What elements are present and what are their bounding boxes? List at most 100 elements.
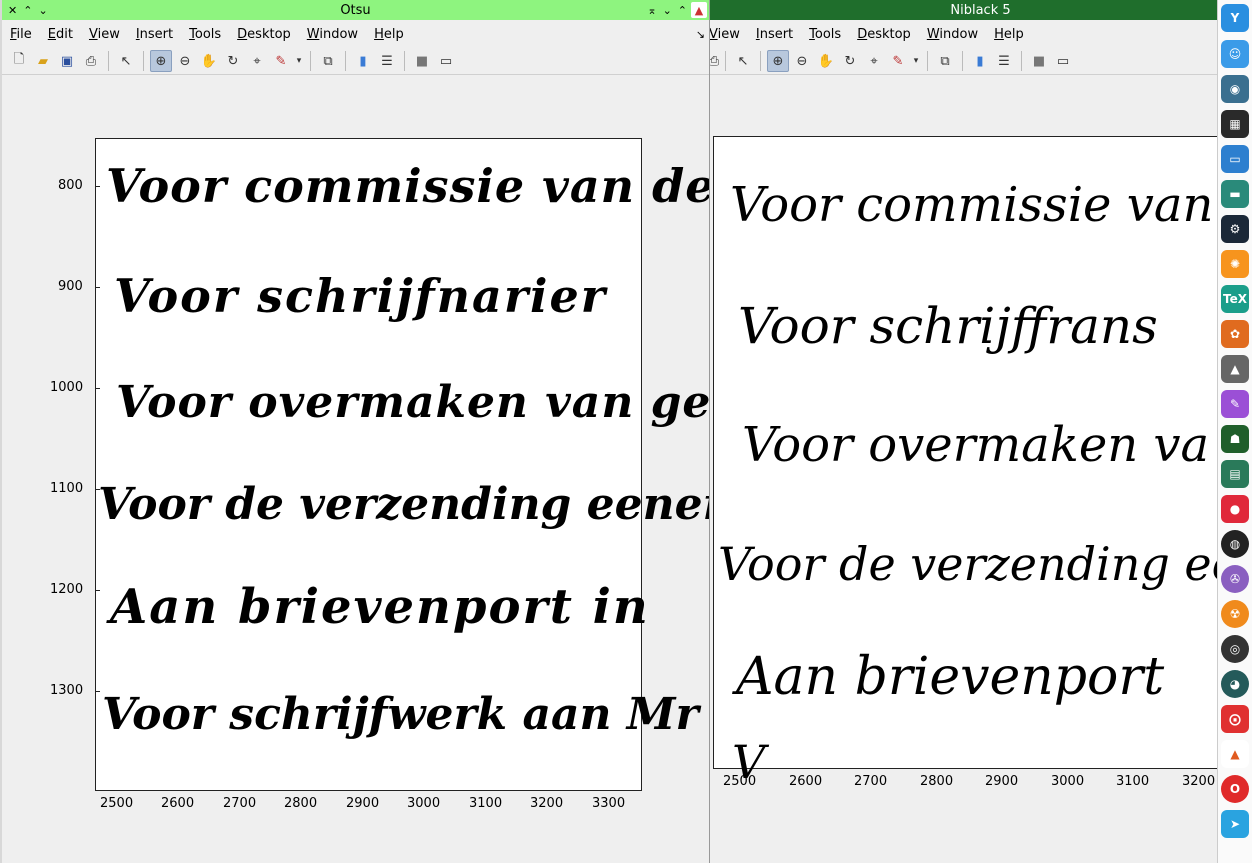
menu-file[interactable]: File — [2, 27, 40, 42]
menu-help[interactable]: Help — [986, 27, 1032, 42]
handwriting-line: Voor de verzending eene — [718, 537, 1252, 591]
radiation-icon[interactable]: ✇ — [1221, 565, 1249, 593]
figure-toolbar: ⎙ ↖ ⊕ ⊖ ✋ ↻ ⌖ ✎ ▾ ⧉ ▮ ☰ ■ ▭ — [709, 48, 1252, 75]
gimp-icon[interactable]: ◕ — [1221, 670, 1249, 698]
finder-icon[interactable]: ☺ — [1221, 40, 1249, 68]
legend-icon[interactable]: ☰ — [376, 50, 398, 72]
otsu-figure-window: ✕ ⌃ ⌄ Otsu ⌅ ⌄ ⌃ ▲ File Edit View Insert… — [2, 0, 710, 863]
pdf-icon[interactable]: ⨀ — [1221, 705, 1249, 733]
menu-overflow-icon[interactable]: ↘ — [696, 28, 705, 41]
y-tick-label: 1000 — [50, 380, 84, 395]
raise-icon[interactable]: ⌃ — [23, 4, 32, 17]
link-icon[interactable]: ⧉ — [934, 50, 956, 72]
window-title: Otsu — [340, 2, 371, 18]
obs-icon[interactable]: ◍ — [1221, 530, 1249, 558]
menu-desktop[interactable]: Desktop — [229, 27, 299, 42]
zoom-in-icon[interactable]: ⊕ — [150, 50, 172, 72]
inkscape-icon[interactable]: ▲ — [1221, 355, 1249, 383]
files-icon[interactable]: ▬ — [1221, 180, 1249, 208]
tex-icon[interactable]: TeX — [1221, 285, 1249, 313]
disk-icon[interactable]: ◉ — [1221, 75, 1249, 103]
y-tick-label: 800 — [58, 178, 83, 193]
menu-tools[interactable]: Tools — [181, 27, 229, 42]
handwriting-line: Voor commissie van — [730, 177, 1214, 233]
record-icon[interactable]: ● — [1221, 495, 1249, 523]
menu-bar: View Insert Tools Desktop Window Help — [709, 22, 1252, 46]
maximize-icon[interactable]: ⌃ — [678, 4, 687, 17]
brush-app-icon[interactable]: ✎ — [1221, 390, 1249, 418]
hide-plot-tools-icon[interactable]: ■ — [1028, 50, 1050, 72]
monitor-icon[interactable]: ▭ — [1221, 145, 1249, 173]
handwriting-line: Voor schrijfnarier — [114, 269, 608, 323]
x-tick-label: 2800 — [284, 796, 318, 811]
colorbar-icon[interactable]: ▮ — [969, 50, 991, 72]
x-tick-label: 2500 — [100, 796, 134, 811]
menu-window[interactable]: Window — [919, 27, 986, 42]
menu-insert[interactable]: Insert — [128, 27, 181, 42]
print-icon[interactable]: ⎙ — [709, 50, 719, 72]
new-figure-icon[interactable]: 🗋 — [8, 50, 30, 72]
show-plot-tools-icon[interactable]: ▭ — [1052, 50, 1074, 72]
steam-icon[interactable]: ⚙ — [1221, 215, 1249, 243]
title-bar[interactable]: ✕ ⌃ ⌄ Otsu ⌅ ⌄ ⌃ ▲ — [2, 0, 709, 20]
menu-tools[interactable]: Tools — [801, 27, 849, 42]
niblack-figure-window: Niblack 5 View Insert Tools Desktop Wind… — [709, 0, 1252, 863]
open-file-icon[interactable]: ▰ — [32, 50, 54, 72]
x-tick-label: 3200 — [1182, 774, 1216, 789]
y-tick-label: 1200 — [50, 582, 84, 597]
menu-edit[interactable]: Edit — [40, 27, 81, 42]
zoom-out-icon[interactable]: ⊖ — [174, 50, 196, 72]
handwriting-line: Voor overmaken van gel — [116, 377, 710, 428]
shade-icon[interactable]: ⌅ — [647, 4, 656, 17]
brush-icon[interactable]: ✎ — [887, 50, 909, 72]
menu-insert[interactable]: Insert — [748, 27, 801, 42]
nuclear-icon[interactable]: ☢ — [1221, 600, 1249, 628]
brush-dropdown-icon[interactable]: ▾ — [294, 50, 304, 72]
menu-window[interactable]: Window — [299, 27, 366, 42]
menu-view[interactable]: View — [709, 27, 748, 42]
image-axes[interactable]: Voor commissie van de Voor schrijfnarier… — [95, 138, 709, 791]
matlab-icon[interactable]: ▲ — [1221, 740, 1249, 768]
opera-icon[interactable]: O — [1221, 775, 1249, 803]
close-icon[interactable]: ✕ — [8, 4, 17, 17]
telegram-icon[interactable]: ➤ — [1221, 810, 1249, 838]
show-plot-tools-icon[interactable]: ▭ — [435, 50, 457, 72]
zoom-out-icon[interactable]: ⊖ — [791, 50, 813, 72]
brush-dropdown-icon[interactable]: ▾ — [911, 50, 921, 72]
legend-icon[interactable]: ☰ — [993, 50, 1015, 72]
save-icon[interactable]: ▣ — [56, 50, 78, 72]
data-cursor-icon[interactable]: ⌖ — [246, 50, 268, 72]
menu-desktop[interactable]: Desktop — [849, 27, 919, 42]
data-cursor-icon[interactable]: ⌖ — [863, 50, 885, 72]
game-icon[interactable]: ☗ — [1221, 425, 1249, 453]
yahoo-icon[interactable]: Y — [1221, 4, 1249, 32]
title-bar[interactable]: Niblack 5 — [709, 0, 1252, 20]
minimize-icon[interactable]: ⌄ — [663, 4, 672, 17]
brush-icon[interactable]: ✎ — [270, 50, 292, 72]
pan-icon[interactable]: ✋ — [198, 50, 220, 72]
video-icon[interactable]: ▤ — [1221, 460, 1249, 488]
x-tick-label: 3300 — [592, 796, 626, 811]
orange-icon[interactable]: ✺ — [1221, 250, 1249, 278]
rotate-icon[interactable]: ↻ — [839, 50, 861, 72]
zoom-in-icon[interactable]: ⊕ — [767, 50, 789, 72]
x-tick-label: 2700 — [854, 774, 888, 789]
hide-plot-tools-icon[interactable]: ■ — [411, 50, 433, 72]
handwriting-line: Voor commissie van de — [106, 159, 710, 213]
disc-icon[interactable]: ◎ — [1221, 635, 1249, 663]
pointer-icon[interactable]: ↖ — [115, 50, 137, 72]
colorbar-icon[interactable]: ▮ — [352, 50, 374, 72]
x-tick-label: 3000 — [1051, 774, 1085, 789]
image-axes[interactable]: Voor commissie van Voor schrijffrans Voo… — [713, 136, 1252, 789]
lower-icon[interactable]: ⌄ — [38, 4, 47, 17]
pointer-icon[interactable]: ↖ — [732, 50, 754, 72]
terminal-icon[interactable]: ▦ — [1221, 110, 1249, 138]
paint-icon[interactable]: ✿ — [1221, 320, 1249, 348]
print-icon[interactable]: ⎙ — [80, 50, 102, 72]
pan-icon[interactable]: ✋ — [815, 50, 837, 72]
rotate-icon[interactable]: ↻ — [222, 50, 244, 72]
link-icon[interactable]: ⧉ — [317, 50, 339, 72]
menu-help[interactable]: Help — [366, 27, 412, 42]
handwriting-line: Voor schrijfwerk aan Mr — [102, 689, 699, 740]
menu-view[interactable]: View — [81, 27, 128, 42]
